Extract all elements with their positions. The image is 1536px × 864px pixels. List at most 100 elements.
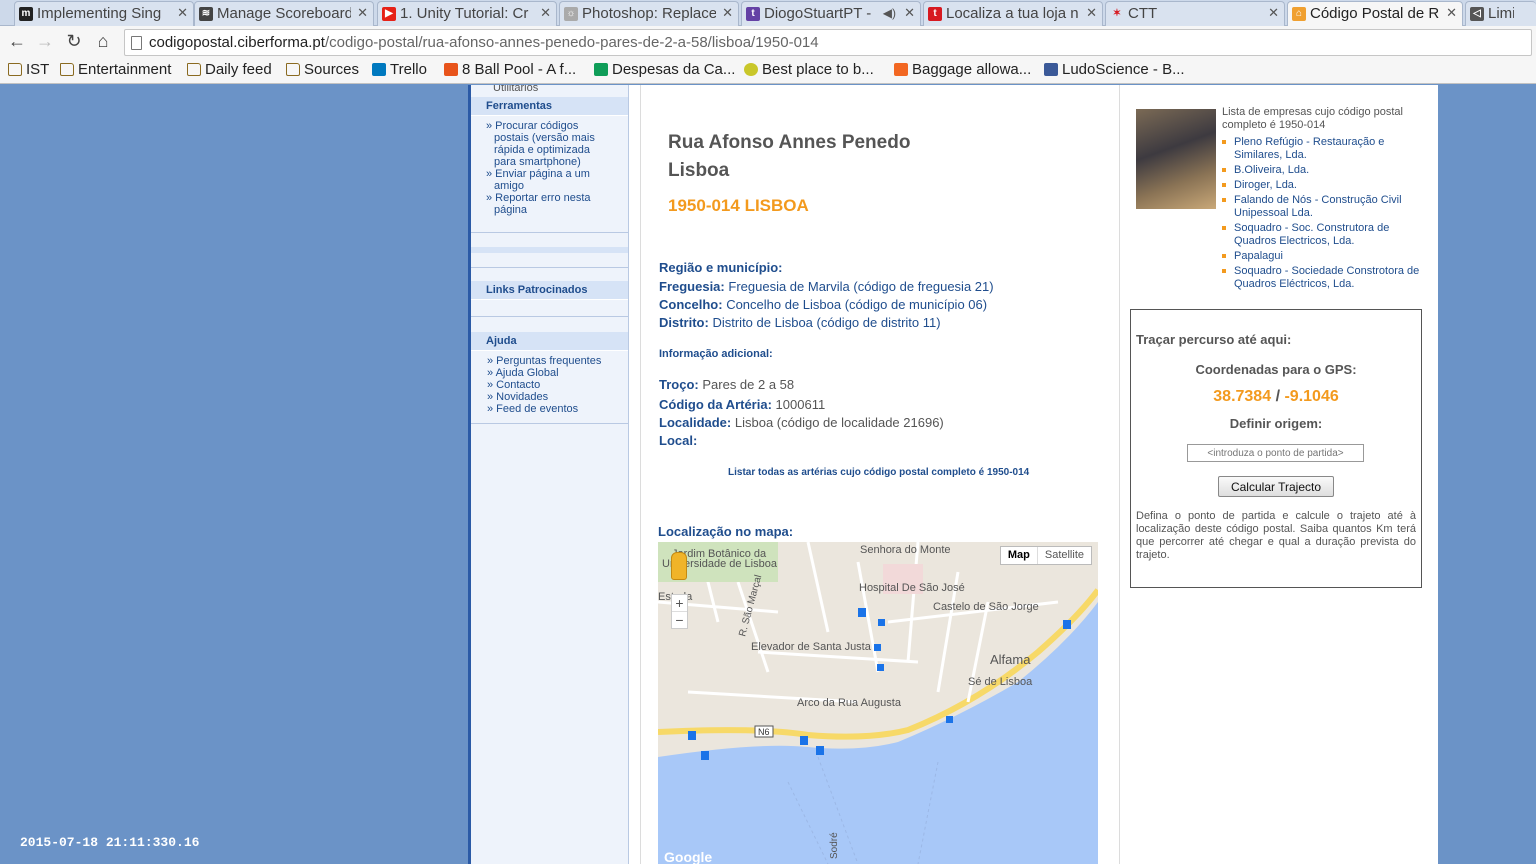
- svg-text:Senhora do Monte: Senhora do Monte: [860, 544, 951, 556]
- map-type-satellite-button[interactable]: Satellite: [1038, 547, 1091, 564]
- companies-intro: Lista de empresas cujo código postal com…: [1222, 106, 1403, 131]
- street-view-pegman[interactable]: [671, 552, 687, 580]
- close-icon[interactable]: ✕: [722, 5, 733, 21]
- bookmark-despesas[interactable]: Despesas da Ca...: [594, 61, 735, 78]
- companies-list: Lista de empresas cujo código postal com…: [1222, 106, 1427, 293]
- list-arteries-link[interactable]: Listar todas as artérias cujo código pos…: [728, 467, 1029, 478]
- scoreboard-icon: ≋: [199, 7, 213, 21]
- map-tiles: Jardim Botânico da Universidade de Lisbo…: [658, 542, 1098, 864]
- forward-icon[interactable]: →: [35, 31, 55, 52]
- postal-code: 1950-014 LISBOA: [668, 196, 809, 215]
- gps-coordinates: 38.7384 / -9.1046: [1213, 388, 1339, 405]
- back-icon[interactable]: ←: [7, 31, 27, 52]
- svg-text:N6: N6: [758, 727, 770, 737]
- easyjet-icon: [894, 63, 908, 76]
- nav-item-search-codes[interactable]: » Procurar códigos postais (versão mais …: [471, 120, 628, 168]
- store-icon: t: [928, 7, 942, 21]
- tab[interactable]: ◁ Limitin: [1465, 1, 1536, 26]
- map-type-toggle: Map Satellite: [999, 546, 1092, 565]
- close-icon[interactable]: ✕: [904, 5, 915, 21]
- bookmark-trello[interactable]: Trello: [372, 61, 427, 78]
- folder-icon: [60, 63, 74, 76]
- home-icon[interactable]: ⌂: [93, 31, 113, 52]
- bookmark-best-place[interactable]: Best place to b...: [744, 61, 874, 78]
- distrito-link[interactable]: Distrito de Lisboa (código de distrito 1…: [712, 315, 940, 330]
- tab[interactable]: ≋ Manage Scoreboard ✕: [194, 1, 374, 26]
- locality-row: Localidade: Lisboa (código de localidade…: [659, 415, 944, 430]
- nav-item-global-help[interactable]: » Ajuda Global: [471, 367, 628, 379]
- nav-section-sponsored: Links Patrocinados: [471, 281, 628, 300]
- close-icon[interactable]: ✕: [1268, 5, 1279, 21]
- gps-title: Coordenadas para o GPS:: [1195, 362, 1357, 377]
- latitude: 38.7384: [1213, 388, 1272, 405]
- browser-toolbar: ← → ↻ ⌂ codigopostal.ciberforma.pt/codig…: [0, 26, 1536, 59]
- nav-cut-item[interactable]: Utilitarios: [471, 85, 628, 92]
- map-type-map-button[interactable]: Map: [1001, 547, 1038, 564]
- zoom-controls: + −: [671, 594, 688, 629]
- page-icon: [131, 36, 142, 50]
- origin-input[interactable]: [1187, 444, 1364, 462]
- speaker-icon[interactable]: ◀): [883, 6, 896, 20]
- tab[interactable]: t DiogoStuartPT - ◀) ✕: [741, 1, 921, 26]
- bookmark-folder-daily-feed[interactable]: Daily feed: [187, 61, 272, 78]
- concelho-link[interactable]: Concelho de Lisboa (código de município …: [726, 297, 987, 312]
- close-icon[interactable]: ✕: [357, 5, 368, 21]
- street-name: Rua Afonso Annes Penedo: [668, 132, 911, 153]
- company-link[interactable]: Soquadro - Sociedade Constrotora de Quad…: [1222, 265, 1427, 291]
- divider: [471, 423, 628, 424]
- freguesia-link[interactable]: Freguesia de Marvila (código de freguesi…: [728, 279, 993, 294]
- tab-active[interactable]: ⌂ Código Postal de R ✕: [1287, 1, 1463, 27]
- tab[interactable]: ☼ Photoshop: Replace ✕: [559, 1, 739, 26]
- bookmark-baggage[interactable]: Baggage allowa...: [894, 61, 1031, 78]
- tab[interactable]: m Implementing Sing ✕: [14, 1, 194, 26]
- company-link[interactable]: Pleno Refúgio - Restauração e Similares,…: [1222, 136, 1427, 162]
- close-icon[interactable]: ✕: [177, 5, 188, 21]
- company-link[interactable]: Diroger, Lda.: [1222, 179, 1427, 192]
- sheets-icon: [594, 63, 608, 76]
- address-bar[interactable]: codigopostal.ciberforma.pt/codigo-postal…: [124, 29, 1532, 56]
- additional-info-title: Informação adicional:: [659, 348, 773, 360]
- close-icon[interactable]: ✕: [1446, 5, 1457, 21]
- zoom-out-button[interactable]: −: [672, 612, 687, 628]
- svg-text:Sodré: Sodré: [829, 832, 840, 859]
- page-icon: ◁: [1470, 7, 1484, 21]
- twitch-icon: t: [746, 7, 760, 21]
- bookmark-folder-ist[interactable]: IST: [8, 61, 49, 78]
- tab[interactable]: t Localiza a tua loja n ✕: [923, 1, 1103, 26]
- company-link[interactable]: Falando de Nós - Construção Civil Unipes…: [1222, 194, 1427, 220]
- bookmark-ludoscience[interactable]: LudoScience - B...: [1044, 61, 1185, 78]
- nav-item-send-page[interactable]: » Enviar página a um amigo: [471, 168, 628, 192]
- nav-item-faq[interactable]: » Perguntas frequentes: [471, 355, 628, 367]
- tab[interactable]: ▶ 1. Unity Tutorial: Cr ✕: [377, 1, 557, 26]
- right-column: Lista de empresas cujo código postal com…: [1128, 85, 1438, 864]
- nav-item-news[interactable]: » Novidades: [471, 391, 628, 403]
- reload-icon[interactable]: ↻: [64, 31, 84, 52]
- bookmark-8-ball-pool[interactable]: 8 Ball Pool - A f...: [444, 61, 576, 78]
- close-icon[interactable]: ✕: [1086, 5, 1097, 21]
- nav-item-events-feed[interactable]: » Feed de eventos: [471, 403, 628, 415]
- timestamp-overlay: 2015-07-18 21:11:330.16: [20, 835, 200, 850]
- company-link[interactable]: Soquadro - Soc. Construtora de Quadros E…: [1222, 222, 1427, 248]
- troco-row: Troço: Pares de 2 a 58: [659, 377, 795, 392]
- bookmark-folder-entertainment[interactable]: Entertainment: [60, 61, 171, 78]
- map-widget[interactable]: Jardim Botânico da Universidade de Lisbo…: [658, 542, 1098, 864]
- ctt-icon: ✶: [1112, 8, 1122, 19]
- close-icon[interactable]: ✕: [540, 5, 551, 21]
- pool-icon: [444, 63, 458, 76]
- calculate-route-button[interactable]: Calcular Trajecto: [1218, 476, 1334, 497]
- trello-icon: [372, 63, 386, 76]
- nav-item-contact[interactable]: » Contacto: [471, 379, 628, 391]
- bookmark-folder-sources[interactable]: Sources: [286, 61, 359, 78]
- url-path: /codigo-postal/rua-afonso-annes-penedo-p…: [324, 34, 819, 51]
- company-link[interactable]: Papalagui: [1222, 250, 1427, 263]
- folder-icon: [8, 63, 22, 76]
- concelho-row: Concelho: Concelho de Lisboa (código de …: [659, 297, 988, 312]
- region-title: Região e município:: [659, 260, 783, 275]
- youtube-icon: ▶: [382, 7, 396, 21]
- nav-item-report-error[interactable]: » Reportar erro nesta página: [471, 192, 628, 216]
- tab[interactable]: ✶ CTT ✕: [1105, 1, 1285, 26]
- zoom-in-button[interactable]: +: [672, 595, 687, 612]
- tools-list: » Procurar códigos postais (versão mais …: [471, 116, 628, 216]
- tab-strip: m Implementing Sing ✕ ≋ Manage Scoreboar…: [0, 0, 1536, 27]
- company-link[interactable]: B.Oliveira, Lda.: [1222, 164, 1427, 177]
